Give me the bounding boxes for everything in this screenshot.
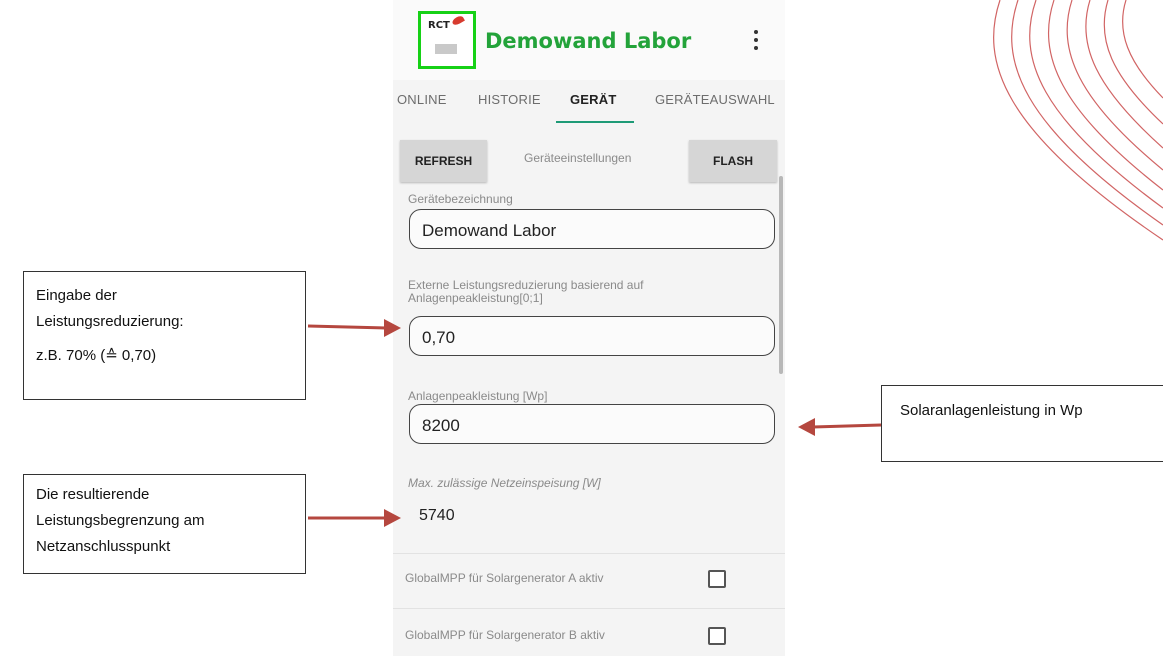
app-screenshot: RCT Demowand Labor ONLINE HISTORIE GERÄT… — [393, 0, 785, 656]
callout-text: Die resultierende — [36, 486, 150, 503]
callout-text: z.B. 70% (≙ 0,70) — [36, 347, 157, 364]
tab-historie[interactable]: HISTORIE — [478, 92, 541, 107]
active-tab-indicator — [556, 121, 634, 123]
logo-flame-icon — [451, 14, 465, 27]
flash-button[interactable]: FLASH — [689, 140, 777, 182]
arrow-right-icon — [308, 509, 401, 527]
tab-bar: ONLINE HISTORIE GERÄT GERÄTEAUSWAHL — [393, 80, 785, 126]
globalmpp-a-label: GlobalMPP für Solargenerator A aktiv — [405, 571, 604, 585]
callout-power-reduction: Eingabe der Leistungsreduzierung: z.B. 7… — [23, 271, 306, 400]
peak-power-input[interactable]: 8200 — [409, 404, 775, 444]
globalmpp-b-label: GlobalMPP für Solargenerator B aktiv — [405, 628, 605, 642]
power-reduction-label-line1: Externe Leistungsreduzierung basierend a… — [408, 278, 644, 292]
logo-text: RCT — [428, 20, 450, 31]
app-bar: RCT Demowand Labor — [393, 0, 785, 80]
section-title: Geräteeinstellungen — [524, 151, 632, 165]
device-name-input[interactable]: Demowand Labor — [409, 209, 775, 249]
app-title: Demowand Labor — [485, 29, 692, 53]
divider — [393, 608, 785, 609]
more-vertical-icon[interactable] — [751, 30, 761, 54]
max-feed-value: 5740 — [419, 507, 455, 524]
power-reduction-input[interactable]: 0,70 — [409, 316, 775, 356]
arrow-left-icon — [798, 418, 882, 436]
globalmpp-a-checkbox[interactable] — [708, 570, 726, 588]
callout-solar-power: Solaranlagenleistung in Wp — [881, 385, 1163, 462]
callout-resulting-limit: Die resultierende Leistungsbegrenzung am… — [23, 474, 306, 574]
decorative-arcs — [993, 0, 1163, 241]
tab-geraet[interactable]: GERÄT — [570, 92, 617, 107]
logo-image-icon — [435, 44, 457, 54]
divider — [393, 553, 785, 554]
refresh-button[interactable]: REFRESH — [400, 140, 487, 182]
max-feed-label: Max. zulässige Netzeinspeisung [W] — [408, 476, 601, 490]
callout-text: Netzanschlusspunkt — [36, 538, 171, 555]
peak-power-label: Anlagenpeakleistung [Wp] — [408, 389, 548, 403]
device-name-label: Gerätebezeichnung — [408, 192, 513, 206]
tab-geraeteauswahl[interactable]: GERÄTEAUSWAHL — [655, 92, 775, 107]
tab-online[interactable]: ONLINE — [397, 92, 447, 107]
callout-text: Leistungsreduzierung: — [36, 313, 184, 330]
arrow-right-icon — [307, 319, 401, 337]
app-logo: RCT — [418, 11, 476, 69]
globalmpp-b-checkbox[interactable] — [708, 627, 726, 645]
callout-text: Solaranlagenleistung in Wp — [900, 402, 1083, 419]
power-reduction-label-line2: Anlagenpeakleistung[0;1] — [408, 291, 543, 305]
callout-text: Eingabe der — [36, 287, 117, 304]
callout-text: Leistungsbegrenzung am — [36, 512, 205, 529]
scrollbar[interactable] — [779, 176, 783, 374]
